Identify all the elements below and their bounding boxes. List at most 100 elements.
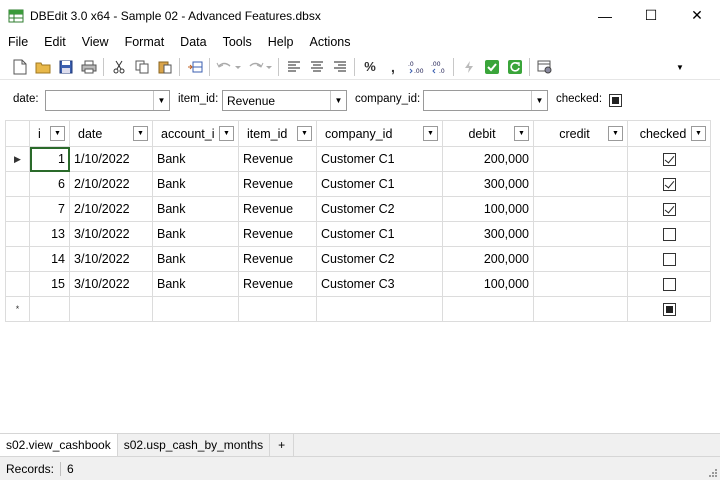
row-selector[interactable] (5, 246, 30, 272)
align-left-icon[interactable] (283, 56, 305, 78)
new-row-cell[interactable] (152, 296, 239, 322)
new-row-cell[interactable] (238, 296, 317, 322)
tab-view-cashbook[interactable]: s02.view_cashbook (0, 434, 118, 456)
cut-icon[interactable] (108, 56, 130, 78)
cell-debit[interactable]: 100,000 (442, 196, 534, 222)
cell-credit[interactable] (533, 271, 628, 297)
cell-checked[interactable] (627, 246, 711, 272)
column-header-company-id[interactable]: company_id ▼ (316, 120, 443, 147)
table-row[interactable]: 15 3/10/2022 Bank Revenue Customer C3 100,000 (5, 271, 711, 297)
cell-id[interactable]: 7 (29, 196, 70, 222)
menu-edit[interactable]: Edit (36, 31, 74, 54)
minimize-button[interactable]: — (582, 0, 628, 31)
cell-date[interactable]: 2/10/2022 (69, 171, 153, 197)
cell-debit[interactable]: 200,000 (442, 146, 534, 172)
menu-tools[interactable]: Tools (215, 31, 260, 54)
column-header-id[interactable]: i ▼ (29, 120, 70, 147)
table-row[interactable]: ▶ 1 1/10/2022 Bank Revenue Customer C1 200,000 (5, 146, 711, 172)
insert-row-icon[interactable] (184, 56, 206, 78)
new-row-cell[interactable] (29, 296, 70, 322)
cell-credit[interactable] (533, 171, 628, 197)
chevron-down-icon[interactable]: ▼ (330, 91, 346, 110)
checkbox[interactable] (662, 178, 676, 192)
chevron-down-icon[interactable]: ▼ (153, 91, 169, 110)
save-icon[interactable] (55, 56, 77, 78)
column-header-checked[interactable]: checked ▼ (627, 120, 711, 147)
cell-item-id[interactable]: Revenue (238, 221, 317, 247)
execute-icon[interactable] (458, 56, 480, 78)
date-filter-combo[interactable]: ▼ (45, 90, 170, 111)
new-row-cell[interactable] (316, 296, 443, 322)
cell-checked[interactable] (627, 271, 711, 297)
cell-date[interactable]: 3/10/2022 (69, 271, 153, 297)
cell-account-id[interactable]: Bank (152, 146, 239, 172)
cell-item-id[interactable]: Revenue (238, 171, 317, 197)
chevron-down-icon[interactable]: ▼ (531, 91, 547, 110)
commit-icon[interactable] (481, 56, 503, 78)
increase-decimal-icon[interactable]: .0.00 (405, 56, 427, 78)
checkbox[interactable] (662, 253, 676, 267)
new-file-icon[interactable] (9, 56, 31, 78)
settings-icon[interactable] (534, 56, 556, 78)
cell-item-id[interactable]: Revenue (238, 246, 317, 272)
comma-icon[interactable]: , (382, 56, 404, 78)
align-center-icon[interactable] (306, 56, 328, 78)
cell-debit[interactable]: 300,000 (442, 221, 534, 247)
table-row[interactable]: 6 2/10/2022 Bank Revenue Customer C1 300,000 (5, 171, 711, 197)
filter-dropdown-icon[interactable]: ▼ (608, 126, 623, 141)
row-selector[interactable] (5, 271, 30, 297)
cell-id[interactable]: 6 (29, 171, 70, 197)
filter-dropdown-icon[interactable]: ▼ (423, 126, 438, 141)
menu-data[interactable]: Data (172, 31, 214, 54)
cell-date[interactable]: 3/10/2022 (69, 246, 153, 272)
company-filter-combo[interactable]: ▼ (423, 90, 548, 111)
checkbox[interactable] (662, 278, 676, 292)
filter-dropdown-icon[interactable]: ▼ (297, 126, 312, 141)
cell-credit[interactable] (533, 246, 628, 272)
column-header-date[interactable]: date ▼ (69, 120, 153, 147)
cell-date[interactable]: 1/10/2022 (69, 146, 153, 172)
column-header-credit[interactable]: credit ▼ (533, 120, 628, 147)
paste-icon[interactable] (154, 56, 176, 78)
cell-id[interactable]: 13 (29, 221, 70, 247)
column-header-item-id[interactable]: item_id ▼ (238, 120, 317, 147)
filter-dropdown-icon[interactable]: ▼ (50, 126, 65, 141)
new-row-marker[interactable]: * (5, 296, 30, 322)
cell-account-id[interactable]: Bank (152, 171, 239, 197)
menu-format[interactable]: Format (117, 31, 173, 54)
row-selector[interactable] (5, 221, 30, 247)
cell-debit[interactable]: 300,000 (442, 171, 534, 197)
cell-company-id[interactable]: Customer C2 (316, 196, 443, 222)
cell-checked[interactable] (627, 171, 711, 197)
tab-usp-cash-by-months[interactable]: s02.usp_cash_by_months (118, 434, 271, 456)
table-row[interactable]: 13 3/10/2022 Bank Revenue Customer C1 300,000 (5, 221, 711, 247)
cell-company-id[interactable]: Customer C1 (316, 146, 443, 172)
redo-icon[interactable] (245, 56, 275, 78)
cell-company-id[interactable]: Customer C3 (316, 271, 443, 297)
print-icon[interactable] (78, 56, 100, 78)
percent-icon[interactable]: % (359, 56, 381, 78)
maximize-button[interactable]: ☐ (628, 0, 674, 31)
cell-credit[interactable] (533, 146, 628, 172)
row-selector[interactable] (5, 196, 30, 222)
filter-dropdown-icon[interactable]: ▼ (133, 126, 148, 141)
menu-file[interactable]: File (0, 31, 36, 54)
new-row-cell[interactable] (442, 296, 534, 322)
table-row[interactable]: 14 3/10/2022 Bank Revenue Customer C2 200,000 (5, 246, 711, 272)
cell-date[interactable]: 3/10/2022 (69, 221, 153, 247)
close-button[interactable]: ✕ (674, 0, 720, 31)
new-row-cell[interactable] (533, 296, 628, 322)
filter-dropdown-icon[interactable]: ▼ (219, 126, 234, 141)
column-header-account-id[interactable]: account_i ▼ (152, 120, 239, 147)
cell-account-id[interactable]: Bank (152, 246, 239, 272)
checkbox[interactable] (662, 228, 676, 242)
refresh-icon[interactable] (504, 56, 526, 78)
cell-debit[interactable]: 200,000 (442, 246, 534, 272)
resize-grip-icon[interactable] (708, 468, 718, 478)
undo-icon[interactable] (214, 56, 244, 78)
item-filter-combo[interactable]: Revenue ▼ (222, 90, 347, 111)
menu-actions[interactable]: Actions (301, 31, 358, 54)
checkbox[interactable] (662, 303, 676, 317)
cell-company-id[interactable]: Customer C2 (316, 246, 443, 272)
cell-credit[interactable] (533, 196, 628, 222)
